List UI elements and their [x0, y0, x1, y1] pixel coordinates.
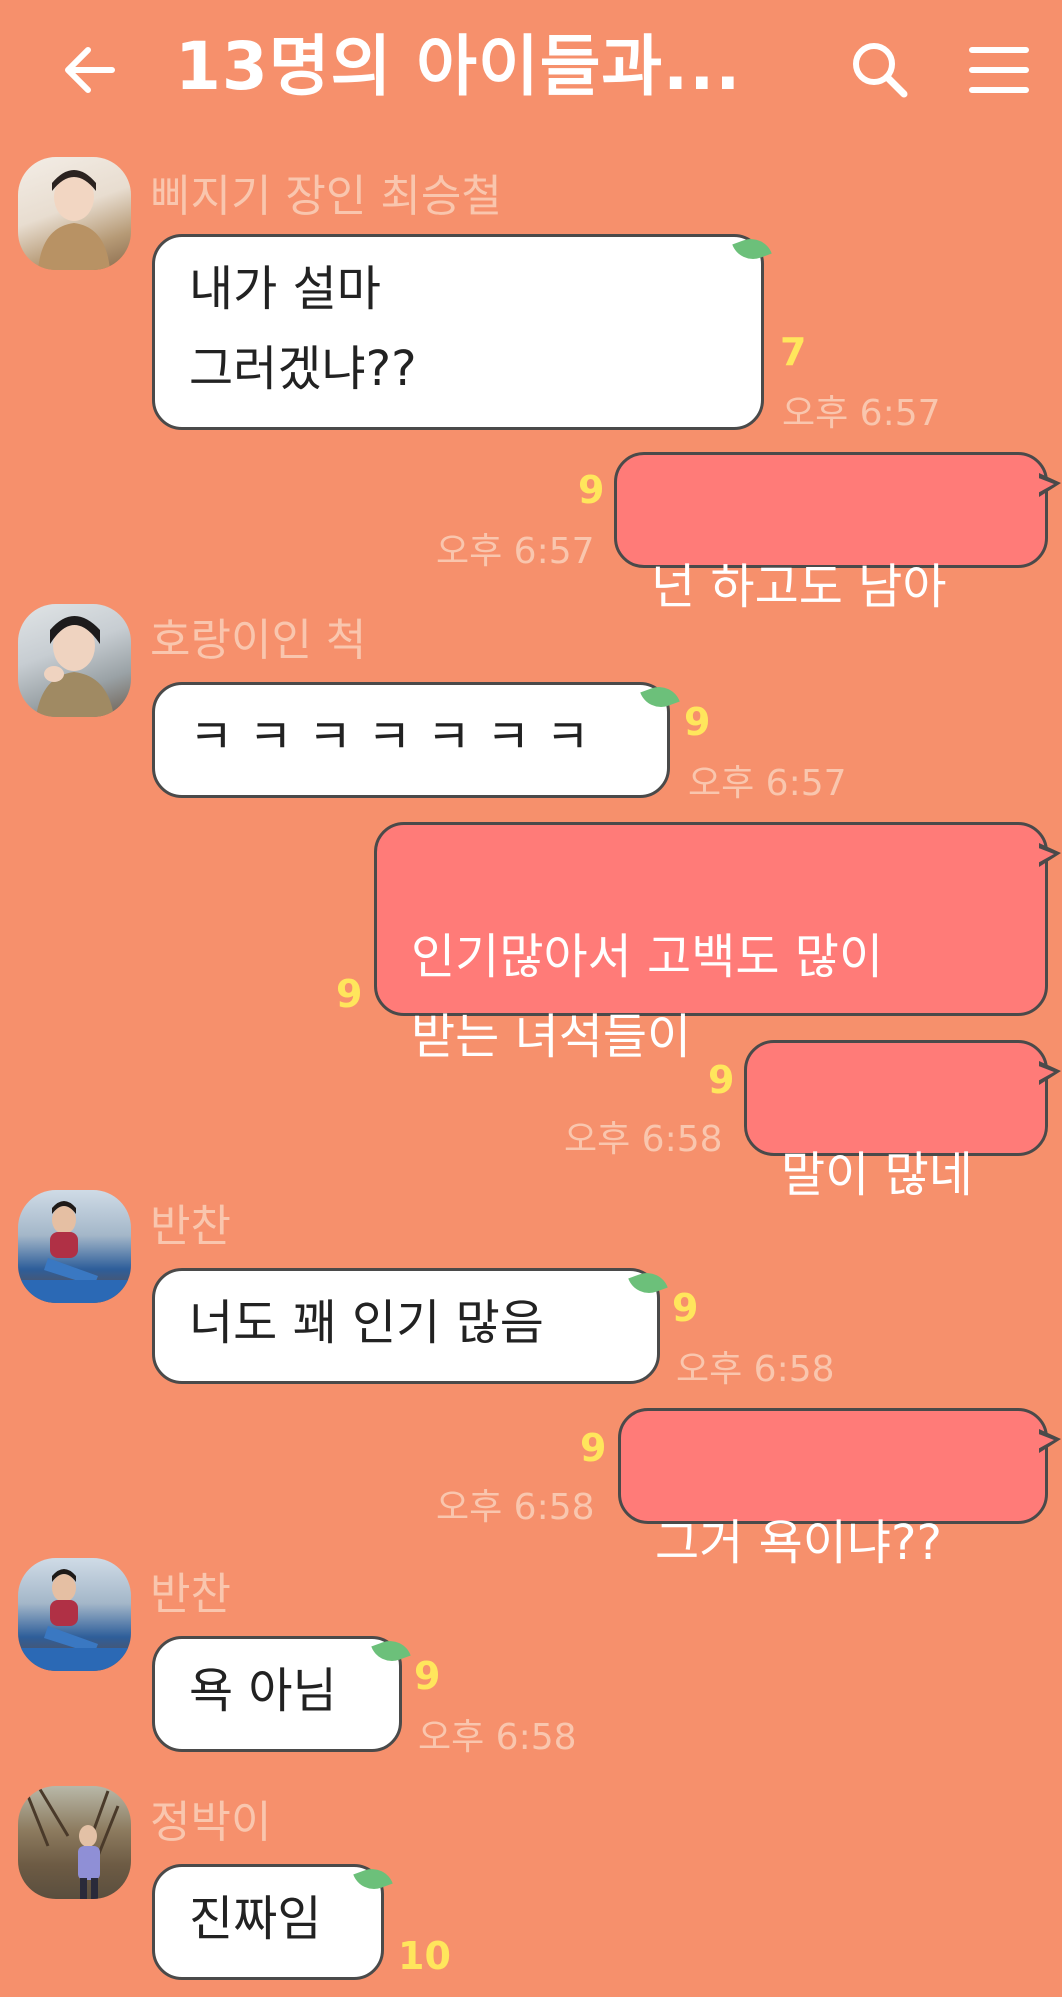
- unread-count: 9: [684, 700, 711, 744]
- sender-name: 반찬: [150, 1569, 231, 1620]
- search-icon: [853, 43, 908, 98]
- bubble-tail: [1036, 1429, 1061, 1453]
- unread-count: 9: [578, 468, 605, 512]
- message-bubble[interactable]: 내가 설마 그러겠냐??: [152, 234, 764, 430]
- hamburger-menu-icon: [969, 47, 1029, 93]
- avatar[interactable]: [18, 157, 131, 270]
- message-time: 오후 6:57: [782, 393, 941, 434]
- message-bubble[interactable]: ㅋ ㅋ ㅋ ㅋ ㅋ ㅋ ㅋ: [152, 682, 670, 798]
- avatar-image: [36, 616, 114, 717]
- sender-name: 호랑이인 척: [150, 615, 367, 666]
- message-time: 오후 6:58: [436, 1487, 595, 1528]
- arrow-left-icon: [65, 47, 115, 93]
- avatar[interactable]: [18, 1786, 131, 1899]
- unread-count: 9: [336, 972, 363, 1016]
- sender-name: 정박이: [150, 1797, 272, 1848]
- message-time: 오후 6:58: [676, 1349, 835, 1390]
- bubble-tail: [1036, 473, 1061, 497]
- unread-count: 9: [672, 1286, 699, 1330]
- sender-name: 삐지기 장인 최승철: [150, 171, 502, 222]
- message-time: 오후 6:57: [688, 763, 847, 804]
- chat-title: 13명의 아이들과...: [175, 28, 742, 105]
- avatar[interactable]: [18, 1190, 131, 1303]
- message-bubble[interactable]: 말이 많네: [744, 1040, 1061, 1203]
- sender-name: 반찬: [150, 1201, 231, 1252]
- bubble-tail: [1036, 843, 1061, 867]
- avatar[interactable]: [18, 1558, 131, 1671]
- chat-header: 13명의 아이들과...: [0, 0, 1062, 140]
- bubble-tail: [1036, 1061, 1061, 1085]
- search-button[interactable]: [840, 30, 920, 110]
- message-time: 오후 6:57: [436, 531, 595, 572]
- avatar[interactable]: [18, 604, 131, 717]
- menu-button[interactable]: [960, 30, 1040, 110]
- unread-count: 7: [780, 330, 807, 374]
- message-bubble[interactable]: 욕 아님: [152, 1636, 402, 1752]
- avatar-image: [26, 1786, 120, 1899]
- message-bubble[interactable]: 진짜임: [152, 1864, 384, 1980]
- message-text: 그거 욕이냐??: [655, 1515, 943, 1571]
- unread-count: 9: [708, 1058, 735, 1102]
- unread-count: 9: [414, 1654, 441, 1698]
- avatar-image: [18, 1201, 131, 1303]
- message-bubble[interactable]: 인기많아서 고백도 많이 받는 녀석들이: [374, 822, 1061, 1065]
- message-time: 오후 6:58: [418, 1717, 577, 1758]
- message-text: 말이 많네: [781, 1147, 973, 1203]
- avatar-image: [38, 170, 110, 270]
- message-text: 넌 하고도 남아: [651, 559, 947, 615]
- back-button[interactable]: [52, 30, 132, 110]
- unread-count: 10: [398, 1934, 451, 1978]
- message-time: 오후 6:58: [564, 1119, 723, 1160]
- message-bubble[interactable]: 그거 욕이냐??: [618, 1408, 1061, 1571]
- unread-count: 9: [580, 1426, 607, 1470]
- avatar-image: [18, 1569, 131, 1671]
- message-bubble[interactable]: 너도 꽤 인기 많음: [152, 1268, 660, 1384]
- message-bubble[interactable]: 넌 하고도 남아: [614, 452, 1061, 615]
